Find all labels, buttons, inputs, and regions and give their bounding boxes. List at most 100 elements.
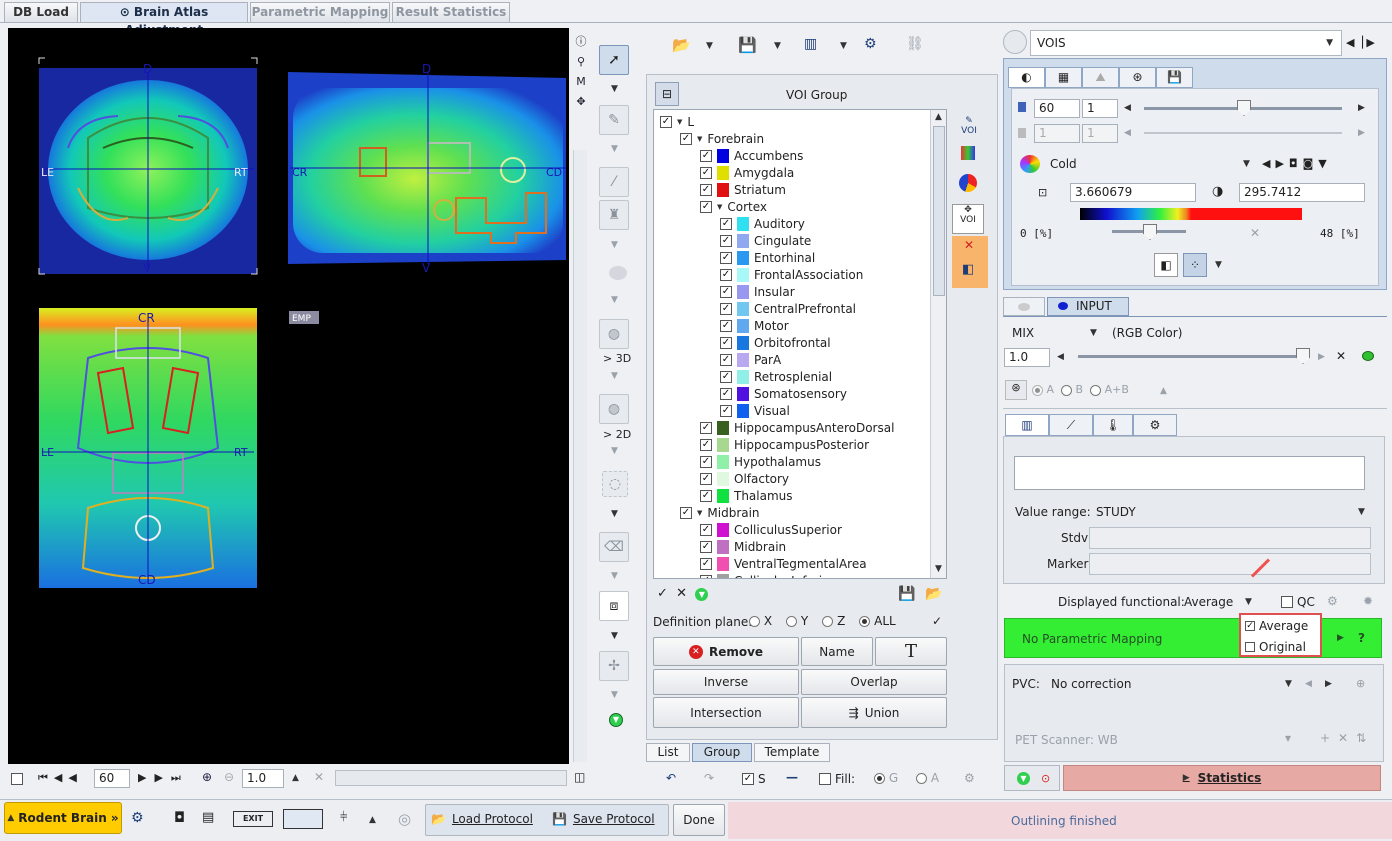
voi-color-swatch[interactable] xyxy=(737,318,749,333)
voi-tree-item[interactable]: ✓ Hypothalamus xyxy=(700,453,821,470)
voi-tree-item[interactable]: ✓ Amygdala xyxy=(700,164,794,181)
chevron-down-icon[interactable]: ▼ xyxy=(1358,507,1365,517)
voi-tree-item[interactable]: ✓ CentralPrefrontal xyxy=(720,300,856,317)
zoom-out-icon[interactable]: ⊖ xyxy=(224,770,234,784)
radio-a[interactable]: A xyxy=(916,771,939,785)
voi-tree-item[interactable]: ✓ Striatum xyxy=(700,181,786,198)
name-button[interactable]: Name xyxy=(801,637,873,666)
voi-tree-item[interactable]: ✓ ColliculusSuperior xyxy=(700,521,842,538)
voi-color-swatch[interactable] xyxy=(737,369,749,384)
green-dot-icon[interactable] xyxy=(1362,351,1374,361)
zoom-in-icon[interactable]: ⊕ xyxy=(202,770,212,784)
chevron-down-icon[interactable]: ▼ xyxy=(611,144,618,154)
voi-checkbox[interactable]: ✓ xyxy=(720,353,732,366)
voi-color-swatch[interactable] xyxy=(737,250,749,265)
voi-color-swatch[interactable] xyxy=(717,182,729,197)
brush-tool-button[interactable]: ⁄ xyxy=(599,167,629,197)
expand-icon[interactable]: ▼ xyxy=(677,118,682,126)
chevron-down-icon[interactable]: ▼ xyxy=(611,371,618,381)
screen-icon[interactable]: ◫ xyxy=(574,770,585,784)
close-icon[interactable]: ✕ xyxy=(1336,349,1346,363)
colormap-tools[interactable]: ◀▶◘◙▼ xyxy=(1262,157,1332,170)
open-folder-icon[interactable]: 📂 xyxy=(925,586,942,602)
voi-checkbox[interactable]: ✓ xyxy=(700,523,712,536)
fusion-icon[interactable]: ⊛ xyxy=(1005,380,1027,400)
tab-template[interactable]: Template xyxy=(754,743,830,762)
chevron-down-icon[interactable]: ▼ xyxy=(611,446,618,456)
color-wheel-icon[interactable] xyxy=(959,174,977,192)
voi-checkbox[interactable]: ✓ xyxy=(720,336,732,349)
voi-tree-item[interactable]: ✓ ▼ Forebrain xyxy=(680,130,764,147)
voi-tree-item[interactable]: ✓ Somatosensory xyxy=(720,385,847,402)
voi-tree-item[interactable]: ✓ ▼ Midbrain xyxy=(680,504,760,521)
tab-fusion[interactable]: ⊛ xyxy=(1119,67,1156,88)
chart-tool-icon[interactable]: ⫩ xyxy=(340,810,347,825)
tab-brain-atlas-adjustment[interactable]: ⊙ Brain Atlas Adjustment xyxy=(80,2,248,37)
chevron-down-icon[interactable]: ▼ xyxy=(611,631,618,641)
voi-checkbox[interactable]: ✓ xyxy=(720,370,732,383)
voi-color-swatch[interactable] xyxy=(737,335,749,350)
voi-tree-item[interactable]: ✓ ▼ L xyxy=(660,113,694,130)
settings-icon[interactable]: ⚙ xyxy=(1327,594,1338,608)
chevron-down-icon[interactable]: ▼ xyxy=(706,41,713,51)
reset-icon[interactable]: ✕ xyxy=(314,770,324,784)
radio-all[interactable]: ALL xyxy=(859,614,896,628)
tab-histogram[interactable]: ▥ xyxy=(1005,414,1049,436)
voi-tree-item[interactable]: ✓ Thalamus xyxy=(700,487,793,504)
viewer-checkbox[interactable] xyxy=(11,773,23,785)
voi-checkbox[interactable]: ✓ xyxy=(700,149,712,162)
open-folder-icon[interactable]: 📂 xyxy=(672,36,691,54)
next-icon[interactable]: ▶ xyxy=(1358,103,1365,113)
chevron-down-icon[interactable]: ▼ xyxy=(611,509,618,519)
2d-tool-button[interactable]: ◍ xyxy=(599,394,629,424)
voi-checkbox[interactable]: ✓ xyxy=(720,302,732,315)
inverse-button[interactable]: Inverse xyxy=(653,669,799,695)
text-button[interactable]: T xyxy=(875,637,947,666)
crosshair-icon[interactable]: ✥ xyxy=(574,92,588,112)
pvc-value[interactable]: No correction xyxy=(1051,677,1131,691)
voi-color-swatch[interactable] xyxy=(737,403,749,418)
voi-checkbox[interactable]: ✓ xyxy=(720,387,732,400)
radio-z[interactable]: Z xyxy=(822,614,845,628)
paint-tool-button[interactable]: ♜ xyxy=(599,200,629,230)
zoom-field[interactable]: 1.0 xyxy=(242,769,284,788)
save-icon[interactable]: 💾 xyxy=(898,586,915,602)
radio-x[interactable]: X xyxy=(749,614,772,628)
max-field[interactable]: 295.7412 xyxy=(1239,183,1365,202)
displayed-functional-value[interactable]: Average xyxy=(1184,595,1233,609)
image-viewer[interactable]: D V LE RT D V CR CD EMP CR CD LE RT xyxy=(8,28,569,764)
chevron-down-icon[interactable]: ▼ xyxy=(611,690,618,700)
radio-g[interactable]: G xyxy=(874,771,898,785)
chevron-down-icon[interactable]: ▼ xyxy=(1090,328,1097,338)
chevron-down-icon[interactable]: ▼ xyxy=(1285,679,1292,689)
tab-result-statistics[interactable]: Result Statistics xyxy=(392,2,510,22)
voi-tree[interactable]: ✓ ▼ L ✓ ▼ Forebrain ✓ Accumbens ✓ Amygdala ✓ Striat… xyxy=(653,109,947,579)
prev-icon[interactable]: ◀ xyxy=(1124,103,1131,113)
abc-radios[interactable]: A B A+B xyxy=(1032,383,1129,396)
voi-color-swatch[interactable] xyxy=(737,216,749,231)
chevron-down-icon[interactable]: ▼ xyxy=(611,571,618,581)
transform-tool-button[interactable]: ✢ xyxy=(599,651,629,681)
voi-color-swatch[interactable] xyxy=(717,522,729,537)
voi-color-swatch[interactable] xyxy=(737,284,749,299)
screenshot-icon[interactable] xyxy=(283,809,323,829)
palette-icon[interactable] xyxy=(961,146,975,160)
circle-icon[interactable]: ◎ xyxy=(398,810,411,828)
voi-color-swatch[interactable] xyxy=(717,556,729,571)
chevron-down-icon[interactable]: ▼ xyxy=(774,41,781,51)
voi-checkbox[interactable]: ✓ xyxy=(700,183,712,196)
voi-checkbox[interactable]: ✓ xyxy=(700,557,712,570)
vois-toggle[interactable] xyxy=(1003,30,1027,54)
link-icon[interactable]: ⛓ xyxy=(906,36,924,52)
voi-color-swatch[interactable] xyxy=(737,386,749,401)
chevron-down-icon[interactable]: ▼ xyxy=(1245,597,1252,607)
zoom-icon[interactable]: ⊕ xyxy=(1356,677,1365,690)
mix-slider[interactable] xyxy=(1078,355,1310,358)
voi-tree-scrollbar[interactable]: ▲ ▼ xyxy=(930,110,946,578)
viewer-scrollbar[interactable] xyxy=(573,150,587,762)
voi-checkbox[interactable]: ✓ xyxy=(720,251,732,264)
box-tool-button[interactable]: ⧈ xyxy=(599,591,629,621)
voi-checkbox[interactable]: ✓ xyxy=(720,404,732,417)
tab-curve[interactable]: ⟋ xyxy=(1049,414,1093,436)
voi-tree-item[interactable]: ✓ ▼ Cortex xyxy=(700,198,767,215)
